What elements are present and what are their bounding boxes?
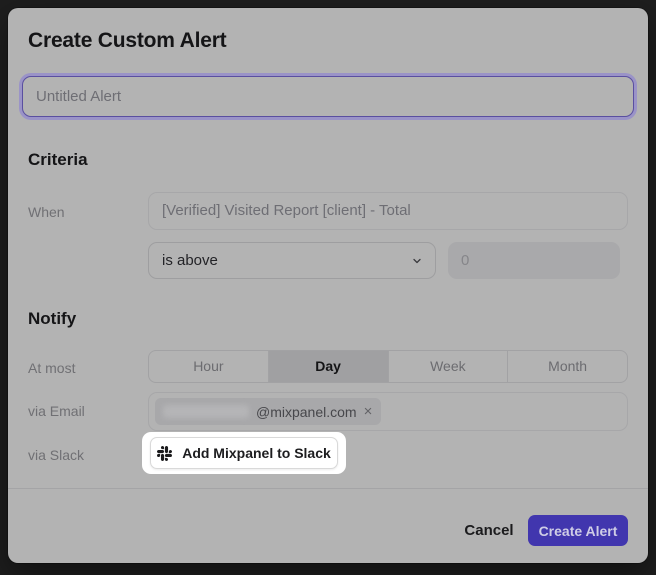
slack-button-spotlight: Add Mixpanel to Slack (142, 432, 346, 474)
footer-divider (8, 488, 648, 489)
criteria-heading: Criteria (28, 150, 88, 170)
slack-icon (157, 446, 172, 461)
frequency-segmented-control: Hour Day Week Month (148, 350, 628, 383)
frequency-option-day[interactable]: Day (268, 351, 388, 382)
threshold-input[interactable]: 0 (448, 242, 620, 279)
via-slack-label: via Slack (28, 447, 84, 463)
remove-email-icon[interactable]: × (364, 404, 373, 419)
create-custom-alert-modal: Create Custom Alert Criteria When [Verif… (8, 8, 648, 563)
when-label: When (28, 204, 65, 220)
condition-dropdown[interactable]: is above (148, 242, 436, 279)
slack-button-label: Add Mixpanel to Slack (182, 445, 331, 461)
alert-name-input[interactable] (22, 76, 634, 117)
notify-heading: Notify (28, 309, 76, 329)
create-alert-button[interactable]: Create Alert (528, 515, 628, 546)
frequency-option-month[interactable]: Month (507, 351, 627, 382)
email-recipient-chip: @mixpanel.com × (155, 398, 381, 425)
chevron-down-icon (411, 255, 423, 267)
frequency-option-hour[interactable]: Hour (149, 351, 268, 382)
condition-dropdown-value: is above (162, 252, 218, 269)
at-most-label: At most (28, 360, 75, 376)
redacted-email-username (163, 405, 249, 418)
frequency-option-week[interactable]: Week (388, 351, 508, 382)
add-mixpanel-to-slack-button[interactable]: Add Mixpanel to Slack (150, 437, 338, 469)
modal-title: Create Custom Alert (28, 29, 226, 53)
when-event-field[interactable]: [Verified] Visited Report [client] - Tot… (148, 192, 628, 230)
via-email-label: via Email (28, 403, 85, 419)
email-domain-text: @mixpanel.com (256, 404, 357, 420)
email-recipients-input[interactable]: @mixpanel.com × (148, 392, 628, 431)
cancel-button[interactable]: Cancel (453, 515, 525, 546)
